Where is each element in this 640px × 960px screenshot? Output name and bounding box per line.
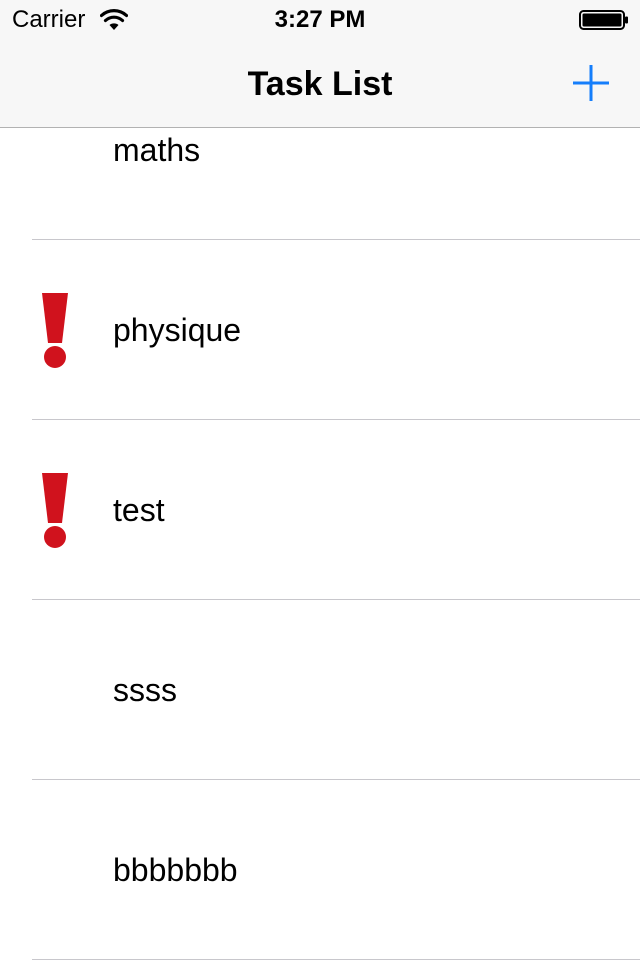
task-row[interactable]: ssss (0, 600, 640, 780)
task-title: ssss (113, 672, 177, 708)
plus-icon (573, 65, 609, 101)
task-title: maths (113, 132, 201, 168)
exclamation-icon (42, 473, 68, 548)
task-title: physique (113, 312, 242, 348)
add-task-button[interactable] (566, 58, 616, 108)
task-row[interactable]: physique (0, 240, 640, 420)
task-list: maths physique test ssss bbbbbbb (0, 60, 640, 960)
task-title: bbbbbbb (113, 852, 238, 888)
exclamation-icon (42, 293, 68, 368)
status-time: 3:27 PM (274, 6, 366, 33)
task-list-screen: Carrier 3:27 PM Task List maths physique… (0, 0, 640, 960)
page-title: Task List (247, 65, 393, 103)
task-row[interactable]: bbbbbbb (0, 780, 640, 960)
navigation-bar: Task List (0, 40, 640, 128)
task-title: test (113, 492, 165, 528)
status-bar: Carrier 3:27 PM (0, 0, 640, 40)
battery-icon (579, 10, 628, 30)
top-bar: Carrier 3:27 PM Task List (0, 0, 640, 128)
task-row[interactable]: test (0, 420, 640, 600)
